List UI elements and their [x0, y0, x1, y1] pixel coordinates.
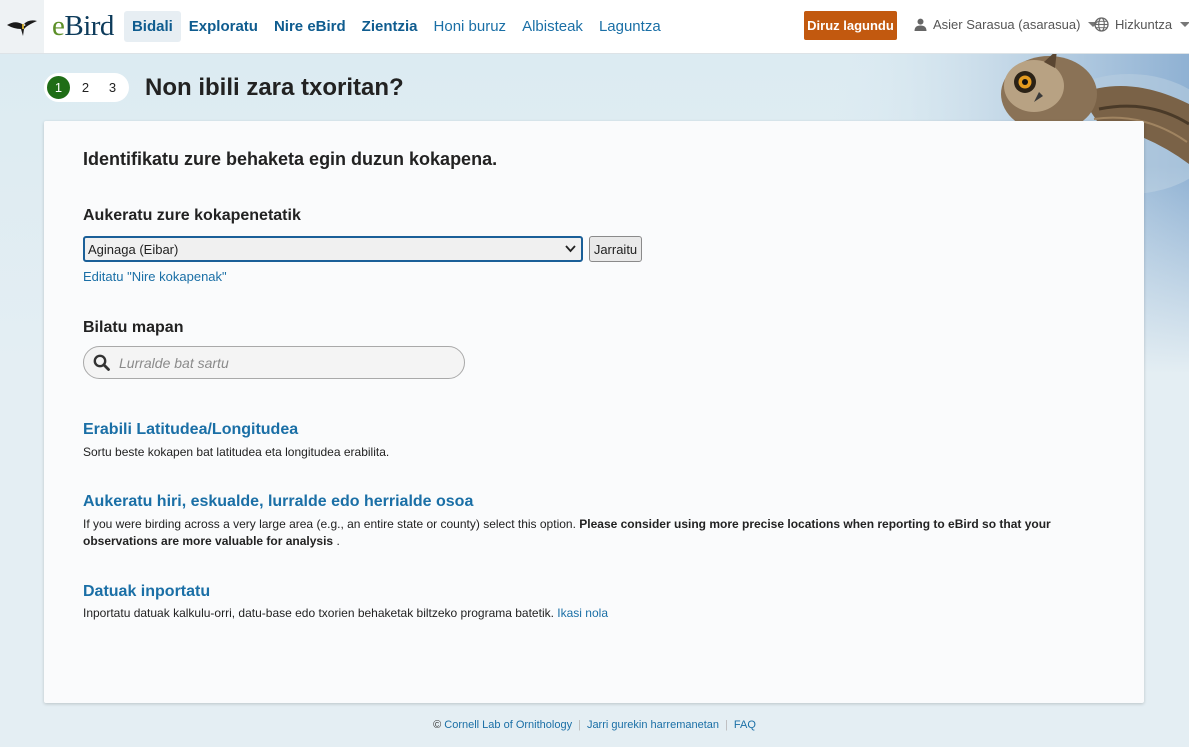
step-1: 1: [45, 74, 72, 101]
location-card: Identifikatu zure behaketa egin duzun ko…: [44, 121, 1144, 703]
globe-icon: [1094, 17, 1109, 32]
location-select-value: Aginaga (Eibar): [88, 241, 179, 257]
ebird-bird-icon: [7, 19, 37, 36]
faq-link[interactable]: FAQ: [734, 719, 756, 731]
language-label: Hizkuntza: [1115, 17, 1173, 32]
map-search-heading: Bilatu mapan: [83, 319, 184, 336]
top-navigation-bar: eBird Bidali Exploratu Nire eBird Zientz…: [0, 0, 1189, 54]
ebird-wordmark[interactable]: eBird: [52, 12, 114, 41]
cornell-lab-link[interactable]: Cornell Lab of Ornithology: [444, 719, 572, 731]
copyright-symbol: ©: [433, 719, 442, 731]
nav-bidali[interactable]: Bidali: [123, 11, 181, 42]
chevron-down-icon: [1180, 22, 1189, 27]
wordmark-e: e: [52, 10, 65, 42]
learn-how-link[interactable]: Ikasi nola: [557, 606, 608, 620]
region-search-input[interactable]: Lurralde bat sartu: [83, 346, 465, 379]
import-data-link[interactable]: Datuak inportatu: [83, 583, 210, 601]
ebird-logo-tile[interactable]: [0, 0, 44, 53]
page-title: Non ibili zara txoritan?: [145, 74, 404, 101]
step-indicator: 1 2 3: [44, 73, 129, 102]
donate-button[interactable]: Diruz lagundu: [804, 11, 897, 40]
search-placeholder: Lurralde bat sartu: [119, 354, 229, 371]
region-description: If you were birding across a very large …: [83, 516, 1103, 550]
language-menu[interactable]: Hizkuntza: [1094, 17, 1189, 32]
edit-my-locations-link[interactable]: Editatu "Nire kokapenak": [83, 269, 227, 284]
user-menu[interactable]: Asier Sarasua (asarasua): [914, 17, 1099, 32]
import-desc-text: Inportatu datuak kalkulu-orri, datu-base…: [83, 606, 554, 620]
use-lat-long-link[interactable]: Erabili Latitudea/Longitudea: [83, 421, 298, 439]
step-3: 3: [108, 80, 117, 95]
chevron-down-icon: [565, 245, 576, 253]
main-nav: Bidali Exploratu Nire eBird Zientzia Hon…: [123, 0, 669, 53]
lat-long-description: Sortu beste kokapen bat latitudea eta lo…: [83, 445, 390, 459]
card-lead: Identifikatu zure behaketa egin duzun ko…: [83, 149, 498, 169]
nav-honi-buruz[interactable]: Honi buruz: [426, 11, 515, 42]
wordmark-bird: Bird: [64, 10, 114, 42]
region-desc-plain: If you were birding across a very large …: [83, 517, 576, 531]
location-select[interactable]: Aginaga (Eibar): [83, 236, 583, 262]
choose-region-link[interactable]: Aukeratu hiri, eskualde, lurralde edo he…: [83, 493, 473, 511]
nav-albisteak[interactable]: Albisteak: [514, 11, 591, 42]
footer-divider: |: [578, 719, 581, 731]
nav-laguntza[interactable]: Laguntza: [591, 11, 669, 42]
search-icon: [93, 354, 110, 371]
nav-zientzia[interactable]: Zientzia: [354, 11, 426, 42]
choose-location-heading: Aukeratu zure kokapenetatik: [83, 207, 301, 224]
nav-exploratu[interactable]: Exploratu: [181, 11, 266, 42]
step-2: 2: [81, 80, 90, 95]
user-name: Asier Sarasua (asarasua): [933, 17, 1081, 32]
continue-button[interactable]: Jarraitu: [589, 236, 642, 262]
user-icon: [914, 18, 927, 31]
contact-link[interactable]: Jarri gurekin harremanetan: [587, 719, 719, 731]
nav-nire-ebird[interactable]: Nire eBird: [266, 11, 354, 42]
footer-divider: |: [725, 719, 728, 731]
page-footer: © Cornell Lab of Ornithology | Jarri gurek…: [0, 719, 1189, 731]
region-desc-end: .: [336, 534, 340, 548]
import-description: Inportatu datuak kalkulu-orri, datu-base…: [83, 605, 608, 622]
